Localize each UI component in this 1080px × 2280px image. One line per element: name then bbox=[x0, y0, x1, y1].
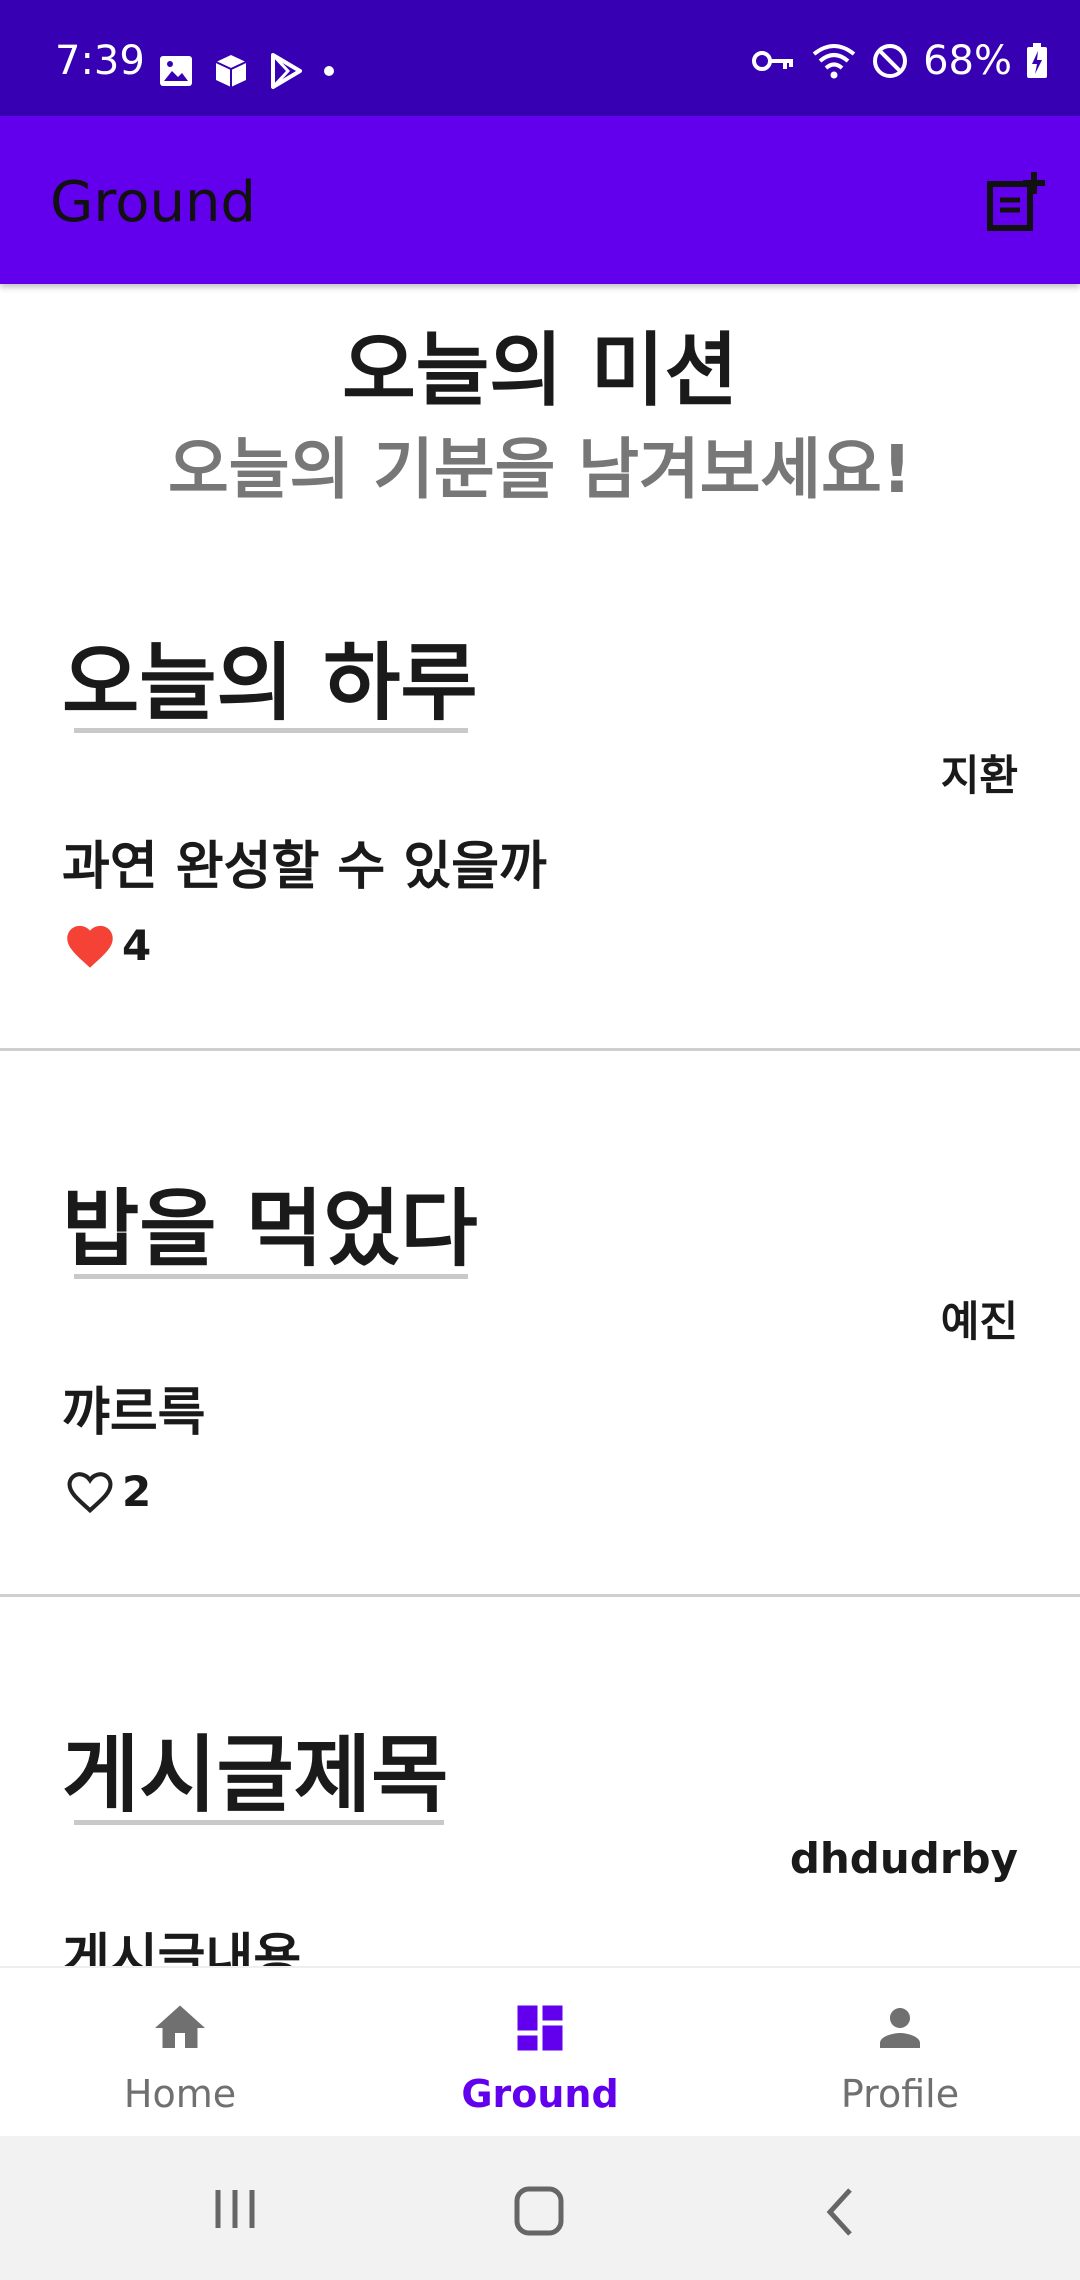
package-icon bbox=[215, 55, 247, 87]
mission-subtitle: 오늘의 기분을 남겨보세요! bbox=[168, 431, 912, 508]
post-card[interactable]: 게시글제목 dhdudrby 게시글내용 bbox=[0, 1594, 1080, 1966]
back-icon[interactable] bbox=[820, 2184, 860, 2240]
title-underline bbox=[74, 1274, 468, 1279]
home-icon bbox=[155, 2005, 205, 2048]
app-bar: Ground bbox=[0, 116, 1080, 284]
post-card[interactable]: 밥을 먹었다 예진 꺄르륵 2 bbox=[0, 1048, 1080, 1597]
title-underline bbox=[74, 728, 468, 733]
post-body: 게시글내용 bbox=[62, 1929, 302, 1966]
bottom-navigation: Home Ground Profile bbox=[0, 1966, 1080, 2138]
gallery-icon bbox=[160, 56, 192, 86]
nav-profile[interactable]: Profile bbox=[720, 1968, 1080, 2138]
do-not-disturb-icon bbox=[873, 44, 908, 78]
heart-outline-icon bbox=[67, 1472, 113, 1514]
post-body: 과연 완성할 수 있을까 bbox=[62, 837, 547, 897]
battery-charging-icon bbox=[1027, 43, 1047, 78]
post-title: 오늘의 하루 bbox=[62, 634, 478, 732]
battery-percent: 68% bbox=[923, 38, 1012, 84]
post-author: dhdudrby bbox=[789, 1834, 1018, 1883]
post-author: 예진 bbox=[940, 1297, 1018, 1346]
person-icon bbox=[880, 2008, 920, 2048]
nav-profile-label: Profile bbox=[840, 2072, 960, 2116]
wifi-icon bbox=[812, 44, 856, 79]
nav-home[interactable]: Home bbox=[0, 1968, 360, 2138]
like-count: 2 bbox=[122, 1466, 152, 1516]
status-bar: 7:39 68% bbox=[0, 0, 1080, 116]
mission-title: 오늘의 미션 bbox=[342, 324, 738, 417]
status-time: 7:39 bbox=[55, 38, 145, 84]
like-count: 4 bbox=[122, 920, 152, 970]
post-title: 밥을 먹었다 bbox=[62, 1180, 478, 1278]
dashboard-icon bbox=[517, 2005, 563, 2051]
add-post-icon[interactable] bbox=[984, 168, 1050, 234]
like-button[interactable]: 2 bbox=[62, 1466, 151, 1516]
play-store-icon bbox=[271, 53, 302, 89]
post-title: 게시글제목 bbox=[62, 1726, 449, 1824]
notification-icons bbox=[158, 46, 336, 96]
home-button-icon[interactable] bbox=[512, 2184, 568, 2240]
post-card[interactable]: 오늘의 하루 지환 과연 완성할 수 있을까 4 bbox=[0, 602, 1080, 1051]
recent-apps-icon[interactable] bbox=[210, 2184, 260, 2234]
vpn-key-icon bbox=[752, 51, 794, 71]
title-underline bbox=[74, 1820, 444, 1825]
nav-ground[interactable]: Ground bbox=[360, 1968, 720, 2138]
app-bar-title: Ground bbox=[50, 170, 256, 235]
heart-filled-icon bbox=[67, 925, 113, 968]
post-body: 꺄르륵 bbox=[62, 1383, 206, 1443]
ground-feed[interactable]: 오늘의 미션 오늘의 기분을 남겨보세요! 오늘의 하루 지환 과연 완성할 수… bbox=[0, 284, 1080, 1966]
like-button[interactable]: 4 bbox=[62, 920, 151, 970]
dot-icon bbox=[324, 66, 334, 76]
nav-ground-label: Ground bbox=[461, 2072, 619, 2116]
system-navigation-bar bbox=[0, 2136, 1080, 2280]
post-author: 지환 bbox=[940, 751, 1018, 800]
nav-home-label: Home bbox=[123, 2072, 237, 2116]
system-status-icons: 68% bbox=[751, 38, 1048, 84]
